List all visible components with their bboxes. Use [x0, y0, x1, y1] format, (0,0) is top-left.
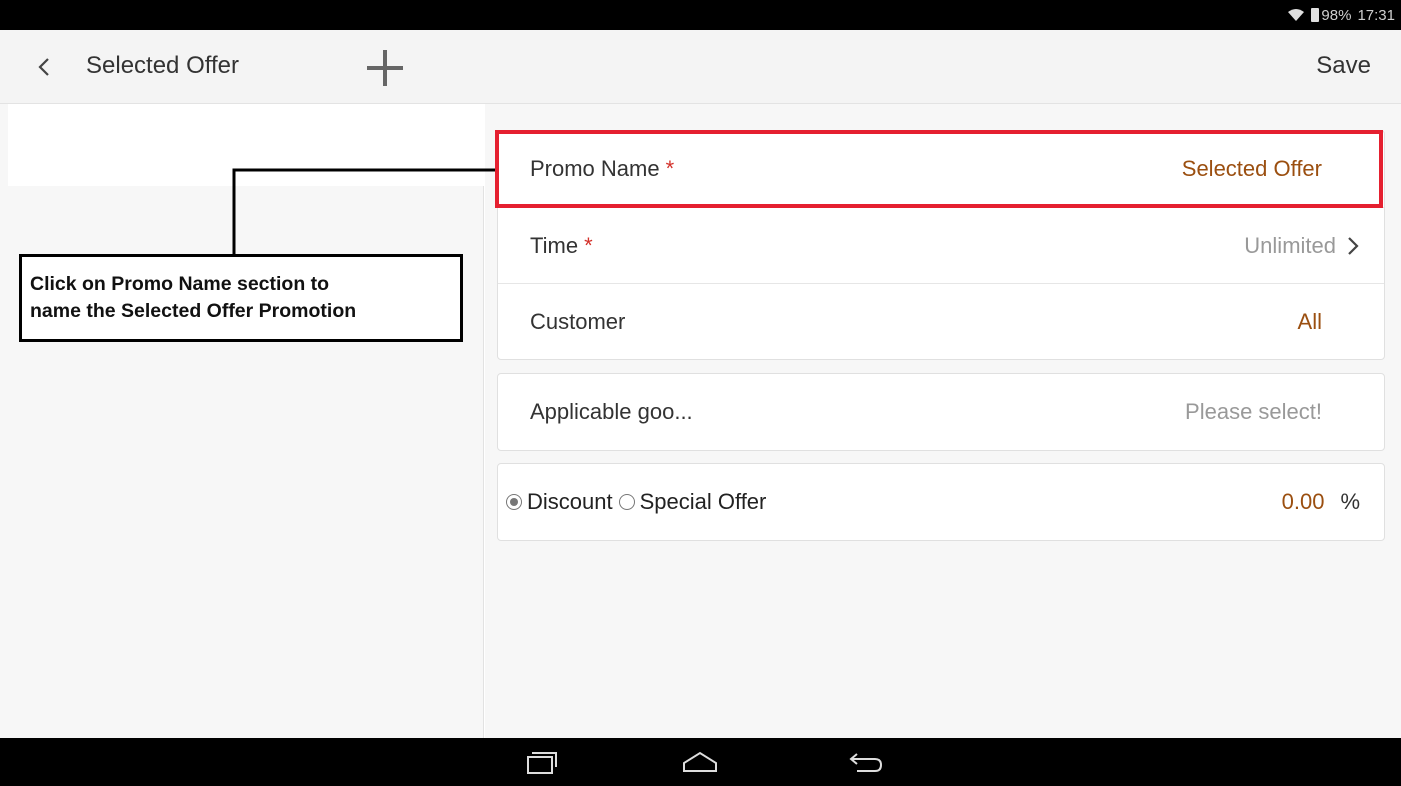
offer-type-radio-group: Discount Special Offer: [506, 489, 1282, 515]
callout-line-2: name the Selected Offer Promotion: [30, 300, 357, 322]
promo-detail-pane: Promo Name * Selected Offer Time * Unlimit…: [485, 104, 1401, 738]
instruction-callout: Click on Promo Name section to name the …: [19, 254, 463, 342]
discount-radio[interactable]: [506, 494, 522, 510]
save-button[interactable]: Save: [1316, 52, 1371, 80]
battery-level: 98%: [1321, 6, 1352, 24]
back-arrow-icon: [849, 753, 883, 772]
plus-icon: [367, 50, 403, 86]
special-offer-label: Special Offer: [639, 489, 767, 514]
customer-value: All: [1297, 308, 1322, 334]
clock: 17:31: [1357, 6, 1395, 24]
page-title: Selected Offer: [86, 52, 239, 79]
offer-type-card: Discount Special Offer 0.00 %: [497, 463, 1385, 541]
applicable-goods-label: Applicable goo...: [530, 399, 693, 424]
battery-icon: [1311, 8, 1320, 22]
time-label: Time *: [530, 232, 593, 258]
promo-basic-card: Promo Name * Selected Offer Time * Unlimit…: [497, 130, 1385, 360]
promo-name-row[interactable]: Promo Name * Selected Offer: [498, 131, 1384, 207]
recent-apps-button[interactable]: [511, 746, 571, 778]
promo-list-pane: [0, 104, 484, 738]
time-row[interactable]: Time * Unlimited: [498, 207, 1384, 283]
required-mark: *: [665, 156, 675, 181]
discount-radio-option[interactable]: Discount: [506, 489, 613, 515]
promo-list-item[interactable]: [8, 104, 484, 186]
system-nav-bar: [0, 738, 1401, 786]
promo-name-value: Selected Offer: [1181, 156, 1322, 181]
discount-value-input[interactable]: 0.00: [1282, 489, 1325, 515]
app-bar: Selected Offer Save: [0, 30, 1401, 104]
time-value-wrap: Unlimited: [1244, 233, 1360, 259]
recent-apps-icon: [527, 752, 557, 774]
back-button[interactable]: [24, 46, 64, 88]
offer-type-row: Discount Special Offer 0.00 %: [498, 464, 1384, 540]
callout-line-1: Click on Promo Name section to: [30, 273, 330, 295]
percent-unit: %: [1340, 489, 1360, 514]
home-button[interactable]: [670, 746, 730, 778]
time-value: Unlimited: [1244, 232, 1336, 258]
home-icon: [683, 751, 717, 772]
screen: 98% 17:31 Selected Offer Save Promo Name…: [0, 0, 1401, 786]
applicable-goods-card: Applicable goo... Please select!: [497, 373, 1385, 451]
special-offer-radio[interactable]: [618, 494, 635, 510]
chevron-left-icon: [38, 58, 49, 76]
discount-label: Discount: [527, 489, 613, 514]
wifi-icon: [1288, 9, 1305, 21]
special-offer-radio-option[interactable]: Special Offer: [618, 489, 767, 515]
applicable-goods-row[interactable]: Applicable goo... Please select!: [498, 374, 1384, 450]
status-bar: 98% 17:31: [0, 0, 1401, 30]
battery-indicator: 98%: [1311, 7, 1351, 24]
status-indicators: 98% 17:31: [1287, 4, 1395, 26]
customer-label: Customer: [530, 308, 626, 334]
promo-name-label: Promo Name *: [530, 156, 675, 181]
chevron-right-icon: [1348, 236, 1359, 255]
customer-row[interactable]: Customer All: [498, 283, 1384, 359]
back-nav-button[interactable]: [836, 746, 896, 778]
required-mark: *: [584, 232, 593, 258]
applicable-goods-placeholder: Please select!: [1185, 399, 1322, 424]
add-button[interactable]: [362, 46, 408, 90]
